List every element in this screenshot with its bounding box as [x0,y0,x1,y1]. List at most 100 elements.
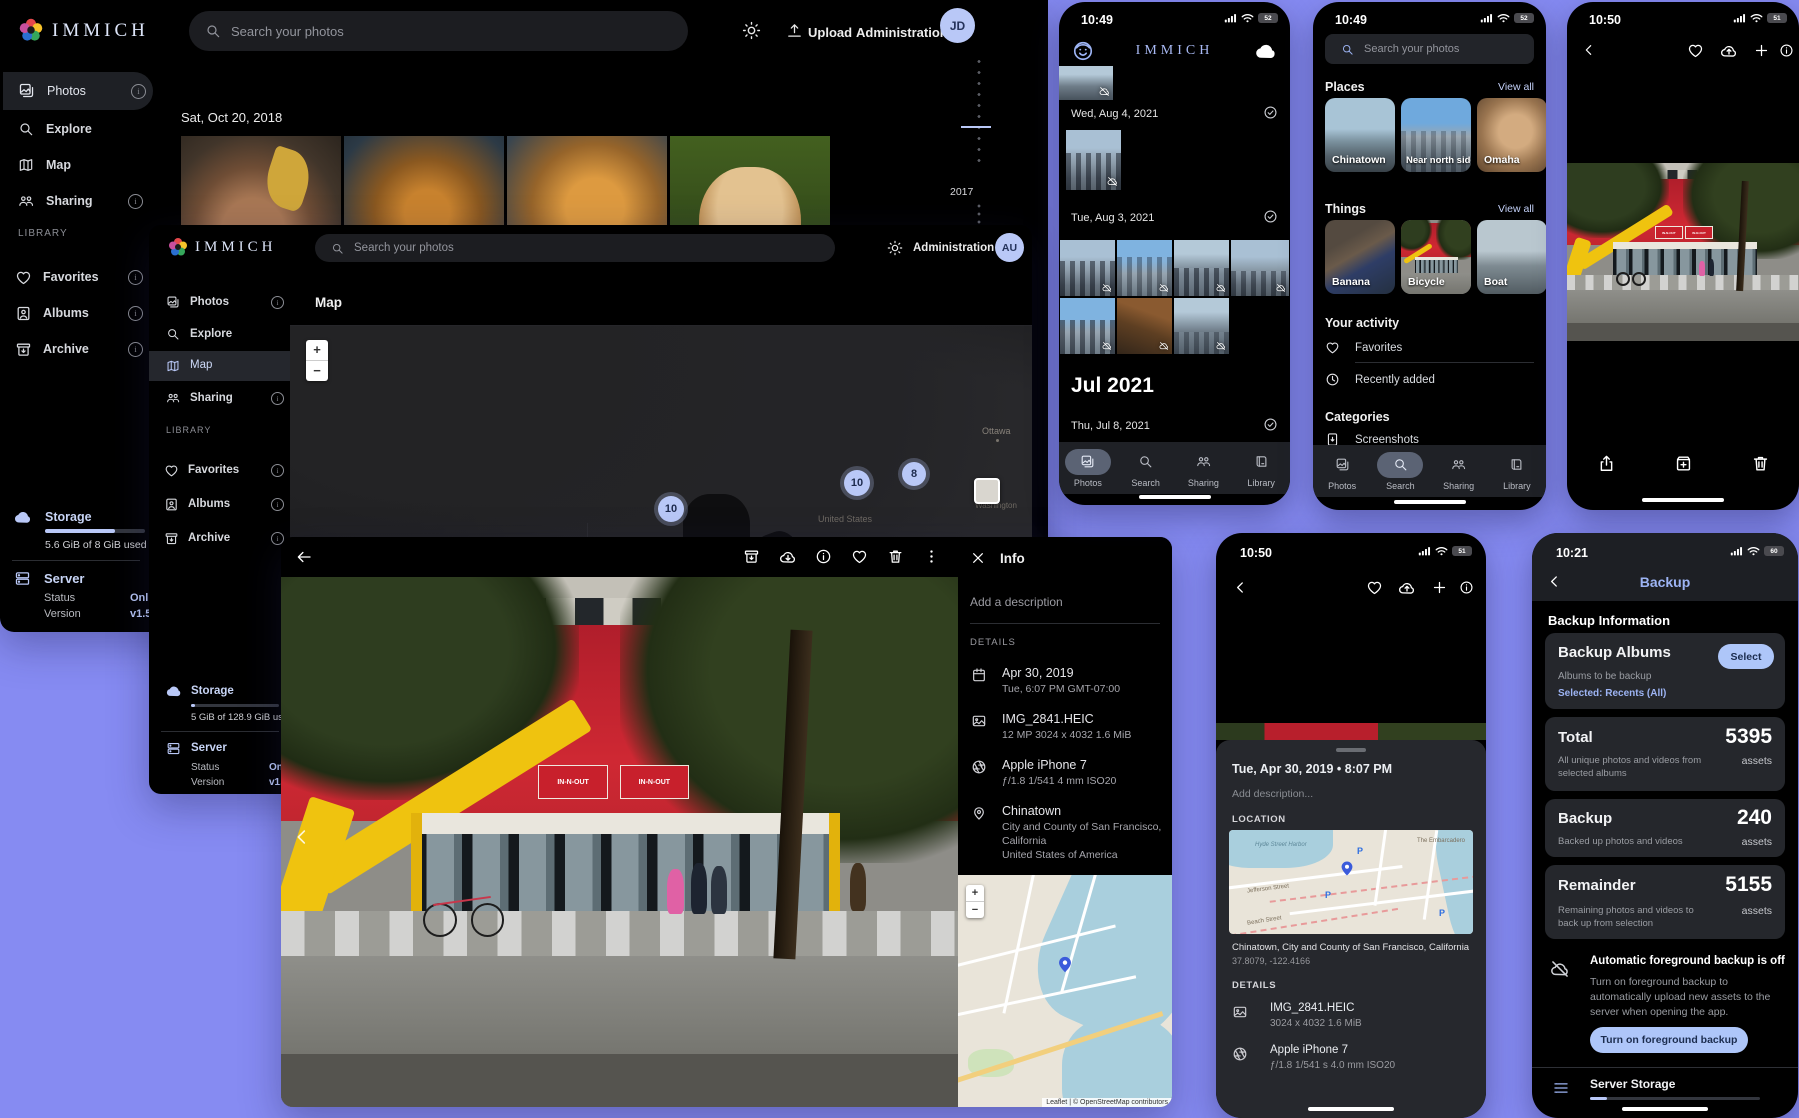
photo-thumbnail[interactable] [1066,130,1121,190]
photo-thumbnail[interactable] [1060,240,1115,296]
view-all-link[interactable]: View all [1498,81,1534,93]
location-map[interactable]: +− Leaflet | © OpenStreetMap contributor… [958,875,1172,1107]
info-icon[interactable]: i [128,342,143,357]
timeline-scrubber-handle[interactable] [961,126,991,128]
place-card[interactable]: Omaha [1477,98,1546,172]
trash-icon[interactable] [887,548,904,565]
kebab-menu-icon[interactable] [923,548,940,565]
activity-recently-added[interactable]: Recently added [1355,374,1435,386]
photo-thumbnail[interactable] [1174,298,1229,354]
nav-search[interactable]: Search [1371,452,1429,491]
select-check-icon[interactable] [1263,209,1278,224]
sidebar-item-archive[interactable]: Archive i [164,525,286,551]
plus-icon[interactable] [1431,579,1448,596]
close-icon[interactable] [970,550,986,566]
share-icon[interactable] [1597,454,1616,473]
place-card[interactable]: Chinatown [1325,98,1395,172]
backup-cloud-icon[interactable] [1255,40,1277,62]
map-cluster-marker[interactable]: 10 [844,470,870,496]
info-icon[interactable]: i [131,84,146,99]
back-chevron-icon[interactable] [1546,573,1563,590]
theme-toggle-sun-icon[interactable] [742,21,761,40]
back-chevron-icon[interactable] [1581,42,1597,58]
sidebar-item-map[interactable]: Map [18,150,148,180]
photo-thumbnail[interactable] [1117,240,1172,296]
location-name[interactable]: Chinatown [1002,804,1061,818]
info-icon[interactable]: i [128,270,143,285]
sidebar-item-sharing[interactable]: Sharing i [18,186,148,216]
info-icon[interactable]: i [271,296,284,309]
nav-sharing[interactable]: Sharing [1175,449,1233,488]
sidebar-item-sharing[interactable]: Sharing i [166,385,286,411]
sidebar-item-explore[interactable]: Explore [18,114,148,144]
sidebar-item-photos[interactable]: Photos i [3,72,153,110]
sidebar-item-explore[interactable]: Explore [166,321,286,347]
plus-icon[interactable] [1753,42,1770,59]
map-cluster-marker[interactable]: 10 [658,496,684,522]
photo-thumbnail[interactable] [1059,66,1113,100]
add-description-field[interactable]: Add a description [970,595,1063,609]
archive-icon[interactable] [743,548,760,565]
turn-on-foreground-backup-button[interactable]: Turn on foreground backup [1590,1027,1748,1053]
user-avatar[interactable]: AU [995,233,1024,262]
zoom-in-button[interactable]: + [306,340,328,361]
thing-card[interactable]: Banana [1325,220,1395,294]
cloud-upload-icon[interactable] [1720,42,1738,60]
activity-favorites[interactable]: Favorites [1355,342,1402,354]
info-icon[interactable]: i [271,498,284,511]
photo-in-n-out[interactable]: IN-N-OUT IN-N-OUT [1567,163,1799,341]
nav-sharing[interactable]: Sharing [1430,452,1488,491]
info-icon[interactable] [1779,43,1794,58]
profile-avatar-icon[interactable] [1072,40,1094,62]
nav-photos[interactable]: Photos [1059,449,1117,488]
map-zoom-control[interactable]: +− [966,885,984,918]
sidebar-item-albums[interactable]: Albums i [15,298,148,328]
user-avatar[interactable]: JD [940,8,975,43]
administration-link[interactable]: Administration [856,25,948,40]
cloud-download-icon[interactable] [779,548,797,566]
select-check-icon[interactable] [1263,105,1278,120]
sidebar-item-map-active[interactable]: Map [149,351,290,381]
place-card[interactable]: Near north side [1401,98,1471,172]
heart-icon[interactable] [851,548,868,565]
archive-add-icon[interactable] [1674,454,1693,473]
select-button[interactable]: Select [1718,644,1774,669]
photo-thumbnail[interactable] [1174,240,1229,296]
nav-photos[interactable]: Photos [1313,452,1371,491]
map-attribution[interactable]: Leaflet | © OpenStreetMap contributors [1042,1098,1172,1107]
heart-icon[interactable] [1366,579,1383,596]
map-zoom-control[interactable]: + − [306,340,328,381]
previous-photo-chevron-icon[interactable] [291,826,313,848]
thing-card[interactable]: Bicycle [1401,220,1471,294]
thing-card[interactable]: Boat [1477,220,1546,294]
info-icon[interactable]: i [128,306,143,321]
theme-toggle-sun-icon[interactable] [887,240,903,256]
back-arrow-icon[interactable] [295,548,313,566]
view-all-link[interactable]: View all [1498,203,1534,215]
add-description-field[interactable]: Add description... [1232,788,1313,800]
trash-icon[interactable] [1751,454,1770,473]
info-icon[interactable]: i [271,392,284,405]
sidebar-item-archive[interactable]: Archive i [15,334,148,364]
location-map[interactable]: Hyde Street Harbor The Embarcadero Jeffe… [1229,830,1473,934]
info-icon[interactable]: i [271,464,284,477]
sheet-drag-handle[interactable] [1336,748,1366,752]
photo-thumbnail[interactable] [1060,298,1115,354]
heart-icon[interactable] [1687,42,1704,59]
sidebar-item-photos[interactable]: Photos i [166,289,286,315]
info-icon[interactable] [1459,580,1474,595]
info-icon[interactable] [815,548,832,565]
sidebar-item-favorites[interactable]: Favorites i [164,457,286,483]
sidebar-item-albums[interactable]: Albums i [164,491,286,517]
zoom-out-button[interactable]: − [306,361,328,381]
photo-sliver[interactable] [1216,723,1486,740]
timeline-scrubber[interactable] [977,56,981,166]
map-cluster-marker[interactable]: 8 [902,462,926,486]
photo-thumbnail[interactable] [1231,240,1289,296]
nav-search[interactable]: Search [1117,449,1175,488]
select-check-icon[interactable] [1263,417,1278,432]
upload-button[interactable]: Upload [808,25,852,40]
search-input[interactable]: Search your photos [189,11,688,51]
back-chevron-icon[interactable] [1232,579,1249,596]
nav-library[interactable]: Library [1232,449,1290,488]
